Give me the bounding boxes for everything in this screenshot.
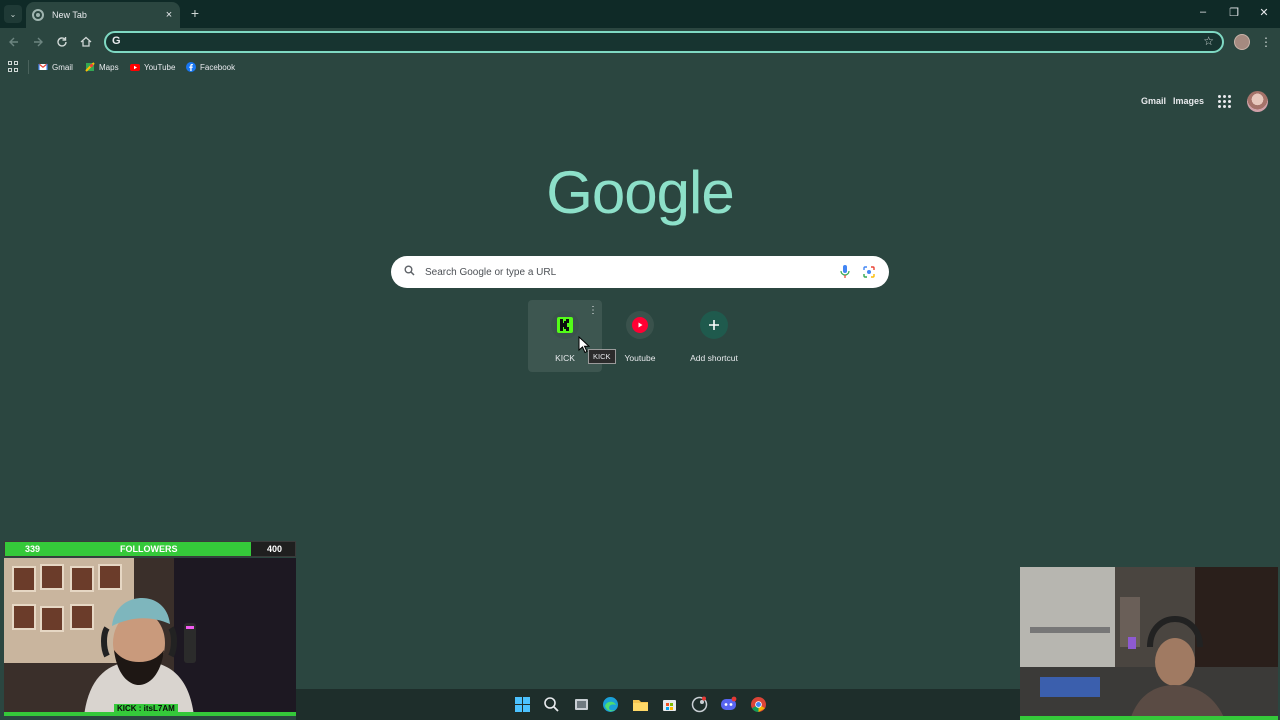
windows-start-icon[interactable] xyxy=(514,696,531,713)
bookmark-label: YouTube xyxy=(144,62,176,72)
discord-icon[interactable] xyxy=(720,696,737,713)
address-bar[interactable]: G ☆ xyxy=(104,31,1224,53)
toolbar: G ☆ ⋮ xyxy=(0,28,1280,56)
back-icon[interactable] xyxy=(6,34,22,50)
windows-taskbar xyxy=(296,689,1020,720)
chrome-tab-icon xyxy=(32,9,44,21)
new-tab-button[interactable]: + xyxy=(188,5,202,21)
gmail-icon xyxy=(38,63,48,70)
google-logo: Google xyxy=(546,159,734,226)
google-g-icon: G xyxy=(112,35,121,47)
bookmark-label: Maps xyxy=(99,62,119,72)
home-icon[interactable] xyxy=(78,34,94,50)
plus-icon xyxy=(709,320,719,330)
shortcut-icon-bg xyxy=(700,311,728,339)
secondary-webcam xyxy=(1020,567,1278,720)
youtube-icon xyxy=(632,317,648,333)
facebook-icon xyxy=(186,62,196,72)
bookmarks-divider xyxy=(28,60,29,74)
file-explorer-icon[interactable] xyxy=(632,696,649,713)
search-icon xyxy=(404,265,415,276)
address-input[interactable] xyxy=(128,34,1198,50)
edge-icon[interactable] xyxy=(602,696,619,713)
kick-icon xyxy=(557,317,573,333)
followers-label: FOLLOWERS xyxy=(120,544,178,554)
mouse-cursor-icon xyxy=(578,336,590,354)
google-lens-icon[interactable] xyxy=(862,265,876,279)
window-close-button[interactable]: ✕ xyxy=(1256,6,1272,19)
shortcut-icon-bg xyxy=(551,311,579,339)
bookmark-star-icon[interactable]: ☆ xyxy=(1203,34,1214,48)
shortcut-label: Add shortcut xyxy=(690,353,738,363)
search-box[interactable] xyxy=(391,256,889,288)
account-avatar[interactable] xyxy=(1247,91,1268,112)
streamer-figure xyxy=(84,598,196,712)
tab-strip: ⌄ New Tab × + – ❐ ✕ xyxy=(0,0,1280,28)
secondary-webcam-scene xyxy=(1020,567,1278,716)
search-icon[interactable] xyxy=(543,696,560,713)
shortcut-icon-bg xyxy=(626,311,654,339)
minimize-button[interactable]: – xyxy=(1195,6,1211,18)
tab-title: New Tab xyxy=(52,10,87,20)
bookmark-facebook[interactable]: Facebook xyxy=(186,60,235,74)
task-view-icon[interactable] xyxy=(573,696,590,713)
followers-goal-bar: 339 FOLLOWERS 400 xyxy=(4,541,296,557)
bookmarks-bar: Gmail Maps YouTube Facebook xyxy=(0,56,1280,78)
webcam-kick-tag: KICK : itsL7AM xyxy=(114,704,178,712)
youtube-icon xyxy=(130,64,140,71)
store-icon[interactable] xyxy=(661,696,678,713)
chrome-menu-icon[interactable]: ⋮ xyxy=(1260,33,1272,51)
forward-icon[interactable] xyxy=(30,34,46,50)
search-input[interactable] xyxy=(425,262,825,282)
tab-search-button[interactable]: ⌄ xyxy=(4,5,22,23)
images-link[interactable]: Images xyxy=(1173,96,1204,106)
microphone-icon[interactable] xyxy=(840,265,850,279)
profile-avatar-small[interactable] xyxy=(1234,34,1250,50)
apps-grid-icon[interactable] xyxy=(8,61,19,72)
reload-icon[interactable] xyxy=(54,34,70,50)
tab-close-icon[interactable]: × xyxy=(162,9,176,21)
tab-new-tab[interactable]: New Tab × xyxy=(26,2,180,28)
bookmark-gmail[interactable]: Gmail xyxy=(38,60,73,74)
maps-icon xyxy=(85,62,95,72)
bookmark-youtube[interactable]: YouTube xyxy=(130,60,175,74)
shortcut-tooltip: KICK xyxy=(588,349,616,364)
restore-button[interactable]: ❐ xyxy=(1226,6,1242,19)
chrome-icon[interactable] xyxy=(750,696,767,713)
steam-icon[interactable] xyxy=(691,696,708,713)
followers-current: 339 xyxy=(25,544,41,554)
bookmark-label: Gmail xyxy=(52,62,73,72)
gmail-link[interactable]: Gmail xyxy=(1141,96,1166,106)
followers-goal: 400 xyxy=(267,544,283,554)
shortcut-more-icon[interactable]: ⋮ xyxy=(588,305,598,317)
bookmark-label: Facebook xyxy=(200,62,236,72)
shortcut-add[interactable]: Add shortcut xyxy=(677,300,751,372)
google-apps-icon[interactable] xyxy=(1218,95,1231,108)
bookmark-maps[interactable]: Maps xyxy=(85,60,119,74)
streamer-webcam: KICK : itsL7AM xyxy=(4,558,296,716)
